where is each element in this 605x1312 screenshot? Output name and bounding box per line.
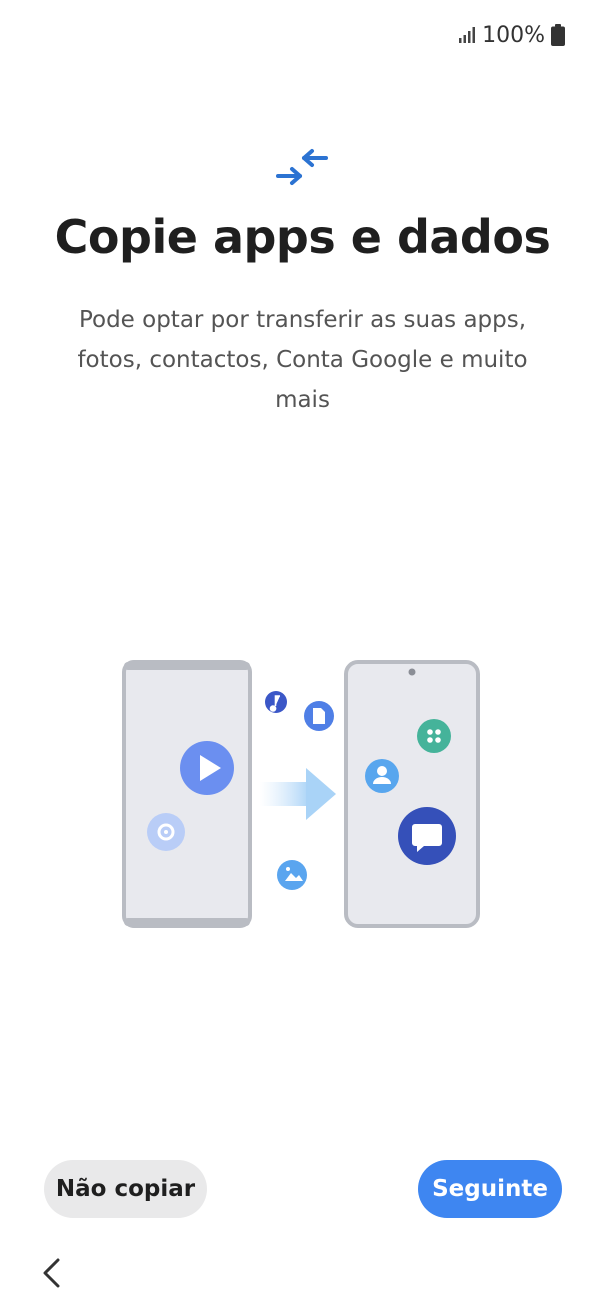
- play-icon: [180, 741, 234, 795]
- battery-icon: [551, 24, 565, 46]
- next-button[interactable]: Seguinte: [418, 1160, 562, 1218]
- message-icon: [398, 807, 456, 865]
- transfer-arrow-icon: [260, 768, 336, 820]
- transfer-arrows-icon: [276, 149, 328, 185]
- source-phone: [122, 660, 252, 928]
- battery-percentage: 100%: [482, 22, 545, 48]
- status-bar: 100%: [458, 20, 565, 50]
- settings-icon: [147, 813, 185, 851]
- page-title: Copie apps e dados: [54, 210, 551, 264]
- skip-button[interactable]: Não copiar: [44, 1160, 207, 1218]
- music-icon: [265, 691, 287, 713]
- apps-icon: [417, 719, 451, 753]
- destination-phone: [344, 660, 480, 928]
- contact-icon: [365, 759, 399, 793]
- image-icon: [277, 860, 307, 890]
- transfer-illustration: [122, 660, 480, 928]
- page-subtitle: Pode optar por transferir as suas apps, …: [77, 307, 528, 413]
- signal-icon: [459, 27, 476, 43]
- file-icon: [304, 701, 334, 731]
- back-chevron-icon[interactable]: [38, 1256, 66, 1290]
